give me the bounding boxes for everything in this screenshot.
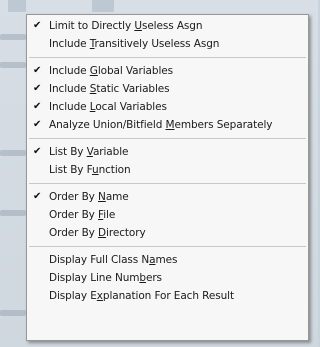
mnemonic-letter: b [139,272,146,284]
mnemonic-letter: G [89,65,98,77]
menu-item[interactable]: Order By File [27,206,308,224]
menu-item-label: Order By Name [49,191,129,203]
menu-item[interactable]: ✔ Include Global Variables [27,62,308,80]
checkmark-icon: ✔ [33,101,42,112]
menu-item-label: Analyze Union/Bitfield Members Separatel… [49,119,273,131]
mnemonic-letter: D [98,227,107,239]
background-line [0,210,26,216]
menu-separator [29,246,306,247]
menu-item[interactable]: ✔ Analyze Union/Bitfield Members Separate… [27,116,308,134]
checkmark-icon [33,224,45,242]
context-menu: ✔ Limit to Directly Useless Asgn Include T… [26,14,309,341]
checkmark-icon [33,206,45,224]
menu-separator [29,183,306,184]
checkmark-icon: ✔ [33,191,42,202]
menu-item[interactable]: ✔ Order By Name [27,188,308,206]
menu-item-label: Display Full Class Names [49,254,178,266]
menu-item[interactable]: Display Full Class Names [27,251,308,269]
checkmark-icon [33,287,45,305]
menu-item[interactable]: Display Explanation For Each Result [27,287,308,305]
menu-item[interactable]: ✔ List By Variable [27,143,308,161]
menu-item[interactable]: ✔ Include Local Variables [27,98,308,116]
checkmark-icon: ✔ [33,65,42,76]
menu-item-label: List By Function [49,164,131,176]
menu-item[interactable]: ✔ Include Static Variables [27,80,308,98]
menu-item-label: Include Static Variables [49,83,170,95]
checkmark-icon [33,269,45,287]
checkmark-icon: ✔ [33,20,42,31]
menu-item-label: Include Local Variables [49,101,167,113]
menu-item-label: Order By File [49,209,116,221]
background-line [0,62,26,68]
mnemonic-letter: U [134,20,142,32]
mnemonic-letter: N [98,191,106,203]
checkmark-icon [33,161,45,179]
background-tab [8,0,26,12]
menu-item[interactable]: Order By Directory [27,224,308,242]
menu-item-label: Display Explanation For Each Result [49,290,234,302]
menu-item-label: Order By Directory [49,227,146,239]
background-line [0,150,26,156]
menu-item-label: Display Line Numbers [49,272,162,284]
menu-item[interactable]: List By Function [27,161,308,179]
mnemonic-letter: M [165,119,175,131]
menu-item-label: Limit to Directly Useless Asgn [49,20,203,32]
checkmark-icon: ✔ [33,119,42,130]
menu-item-label: Include Global Variables [49,65,173,77]
background-line [0,34,26,40]
background-line [0,310,26,316]
checkmark-icon: ✔ [33,83,42,94]
checkmark-icon: ✔ [33,146,42,157]
menu-item[interactable]: Display Line Numbers [27,269,308,287]
menu-separator [29,57,306,58]
background-tab [92,0,114,12]
menu-separator [29,138,306,139]
checkmark-icon [33,251,45,269]
menu-item-label: Include Transitively Useless Asgn [49,38,220,50]
checkmark-icon [33,35,45,53]
menu-item-label: List By Variable [49,146,129,158]
menu-item[interactable]: Include Transitively Useless Asgn [27,35,308,53]
menu-item[interactable]: ✔ Limit to Directly Useless Asgn [27,17,308,35]
